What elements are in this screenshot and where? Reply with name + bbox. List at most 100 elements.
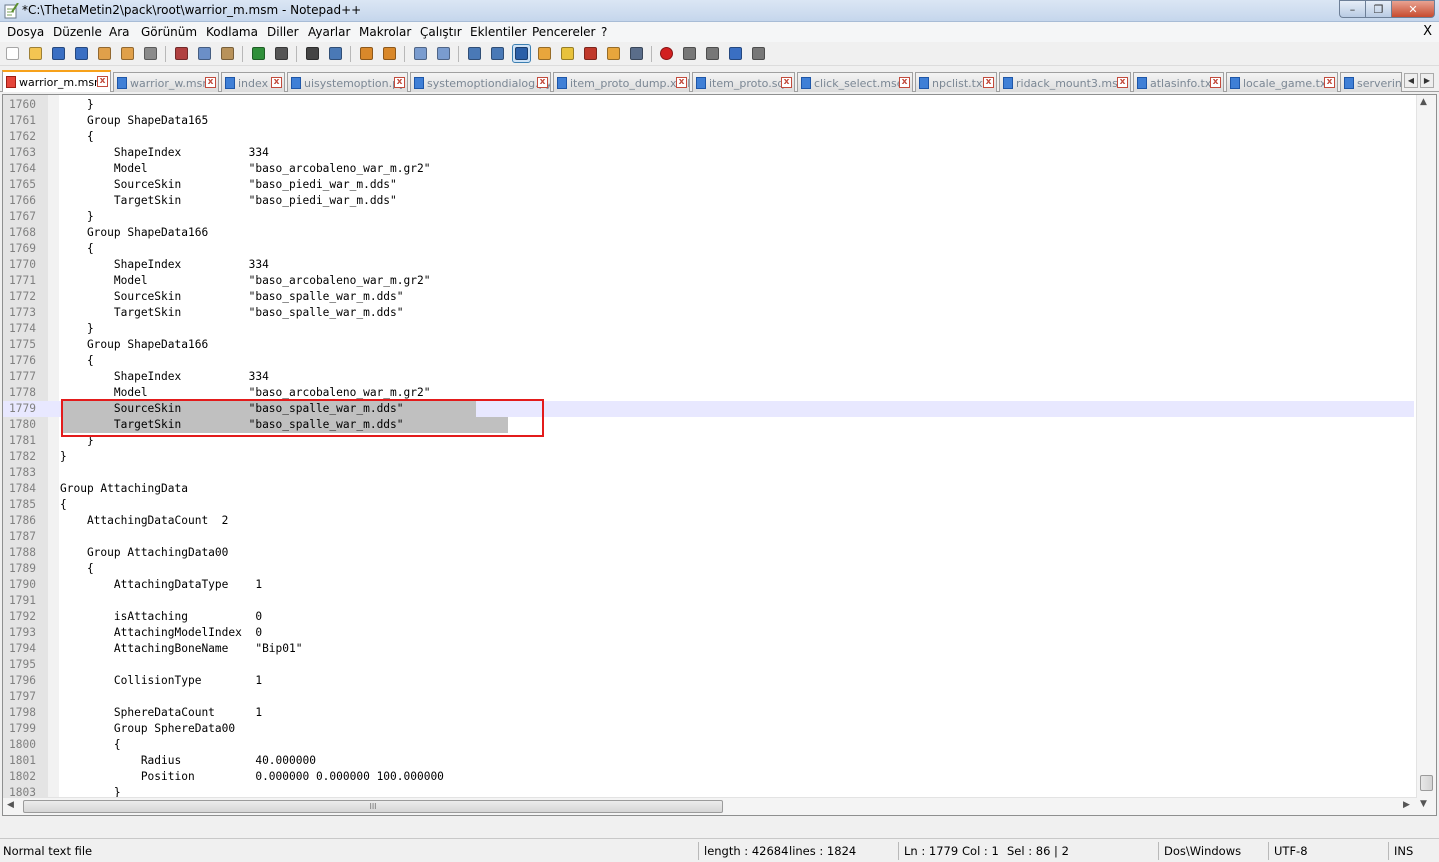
editor-line[interactable]: 1797 [3,689,1414,705]
editor-line[interactable]: 1791 [3,593,1414,609]
record-macro-button[interactable] [658,45,675,62]
vertical-scroll-thumb[interactable] [1420,775,1433,791]
sync-horizontal-button[interactable] [435,45,452,62]
vertical-scrollbar[interactable]: ▲ ▼ [1416,95,1436,815]
print-button[interactable] [142,45,159,62]
doc-map-button[interactable] [559,45,576,62]
monitoring-button[interactable] [628,45,645,62]
editor-line[interactable]: 1796 CollisionType 1 [3,673,1414,689]
scroll-right-icon[interactable]: ▶ [1403,800,1410,810]
tab-close-icon[interactable]: x [537,77,548,88]
scroll-left-icon[interactable]: ◀ [7,800,14,810]
editor-line[interactable]: 1763 ShapeIndex 334 [3,145,1414,161]
tab-uisystemoption-py[interactable]: uisystemoption.py x [287,72,408,92]
editor-line[interactable]: 1784 Group AttachingData [3,481,1414,497]
copy-button[interactable] [196,45,213,62]
play-macro-button[interactable] [704,45,721,62]
editor-line[interactable]: 1762 { [3,129,1414,145]
new-file-button[interactable] [4,45,21,62]
tab-close-icon[interactable]: x [676,77,687,88]
tab-atlasinfo-txt[interactable]: atlasinfo.txt x [1133,72,1224,92]
editor-line[interactable]: 1774 } [3,321,1414,337]
editor-line[interactable]: 1776 { [3,353,1414,369]
word-wrap-button[interactable] [466,45,483,62]
editor-line[interactable]: 1775 Group ShapeData166 [3,337,1414,353]
close-document-button[interactable]: X [1423,24,1432,39]
editor-line[interactable]: 1777 ShapeIndex 334 [3,369,1414,385]
tab-item-proto-sql[interactable]: item_proto.sql x [692,72,795,92]
sync-vertical-button[interactable] [412,45,429,62]
tab-scroll-left-button[interactable]: ◀ [1404,73,1418,88]
run-macro-multiple-button[interactable] [727,45,744,62]
menu-calistir[interactable]: Çalıştır [420,25,462,39]
tab-serverinfo[interactable]: serverinfo [1340,72,1402,92]
editor-line[interactable]: 1767 } [3,209,1414,225]
editor-line[interactable]: 1795 [3,657,1414,673]
horizontal-scrollbar[interactable]: ◀ III ▶ [3,797,1417,815]
tab-npclist-txt[interactable]: npclist.txt x [915,72,997,92]
editor-line[interactable]: 1782} [3,449,1414,465]
tab-close-icon[interactable]: x [271,77,282,88]
save-button[interactable] [50,45,67,62]
scroll-down-icon[interactable]: ▼ [1420,799,1427,809]
tab-close-icon[interactable]: x [1210,77,1221,88]
tab-scroll-right-button[interactable]: ▶ [1420,73,1434,88]
menu-duzenle[interactable]: Düzenle [53,25,102,39]
editor-line[interactable]: 1768 Group ShapeData166 [3,225,1414,241]
editor-line[interactable]: 1788 Group AttachingData00 [3,545,1414,561]
close-file-button[interactable] [96,45,113,62]
tab-close-icon[interactable]: x [983,77,994,88]
tab-close-icon[interactable]: x [394,77,405,88]
tab-warrior-w-msm[interactable]: warrior_w.msm x [113,72,219,92]
editor-line[interactable]: 1793 AttachingModelIndex 0 [3,625,1414,641]
editor-line[interactable]: 1770 ShapeIndex 334 [3,257,1414,273]
horizontal-scroll-thumb[interactable]: III [23,800,723,813]
tab-close-icon[interactable]: x [899,77,910,88]
show-all-chars-button[interactable] [489,45,506,62]
editor-line[interactable]: 1802 Position 0.000000 0.000000 100.0000… [3,769,1414,785]
editor-line[interactable]: 1800 { [3,737,1414,753]
replace-button[interactable] [327,45,344,62]
close-all-button[interactable] [119,45,136,62]
editor-line[interactable]: 1760 } [3,97,1414,113]
close-window-button[interactable]: ✕ [1391,0,1435,18]
tab-close-icon[interactable]: x [97,76,108,87]
menu-kodlama[interactable]: Kodlama [206,25,258,39]
editor-line[interactable]: 1794 AttachingBoneName "Bip01" [3,641,1414,657]
menu-eklentiler[interactable]: Eklentiler [470,25,527,39]
editor-line[interactable]: 1801 Radius 40.000000 [3,753,1414,769]
tab-close-icon[interactable]: x [1117,77,1128,88]
save-macro-button[interactable] [750,45,767,62]
editor-line[interactable]: 1790 AttachingDataType 1 [3,577,1414,593]
editor-line[interactable]: 1787 [3,529,1414,545]
editor-line[interactable]: 1765 SourceSkin "baso_piedi_war_m.dds" [3,177,1414,193]
tab-index[interactable]: index x [221,72,285,92]
minimize-button[interactable]: – [1339,0,1365,18]
undo-button[interactable] [250,45,267,62]
editor-line[interactable]: 1761 Group ShapeData165 [3,113,1414,129]
redo-button[interactable] [273,45,290,62]
menu-diller[interactable]: Diller [267,25,299,39]
scroll-up-icon[interactable]: ▲ [1420,97,1427,107]
tab-ridack-mount3-msm[interactable]: ridack_mount3.msm x [999,72,1131,92]
menu-ara[interactable]: Ara [109,25,130,39]
paste-button[interactable] [219,45,236,62]
editor-line[interactable]: 1769 { [3,241,1414,257]
menu-ayarlar[interactable]: Ayarlar [308,25,350,39]
editor-line[interactable]: 1783 [3,465,1414,481]
tab-locale-game-txt[interactable]: locale_game.txt x [1226,72,1338,92]
cut-button[interactable] [173,45,190,62]
tab-close-icon[interactable]: x [1324,77,1335,88]
tab-item-proto-dump-xml[interactable]: item_proto_dump.xml x [553,72,690,92]
zoom-in-button[interactable] [358,45,375,62]
tab-close-icon[interactable]: x [781,77,792,88]
open-file-button[interactable] [27,45,44,62]
maximize-button[interactable]: ❐ [1365,0,1391,18]
tab-close-icon[interactable]: x [205,77,216,88]
editor-line[interactable]: 1771 Model "baso_arcobaleno_war_m.gr2" [3,273,1414,289]
editor-line[interactable]: 1764 Model "baso_arcobaleno_war_m.gr2" [3,161,1414,177]
tab-systemoptiondialog-py[interactable]: systemoptiondialog.py x [410,72,551,92]
stop-record-button[interactable] [681,45,698,62]
user-lang-button[interactable] [536,45,553,62]
indent-guide-button[interactable] [512,44,531,63]
